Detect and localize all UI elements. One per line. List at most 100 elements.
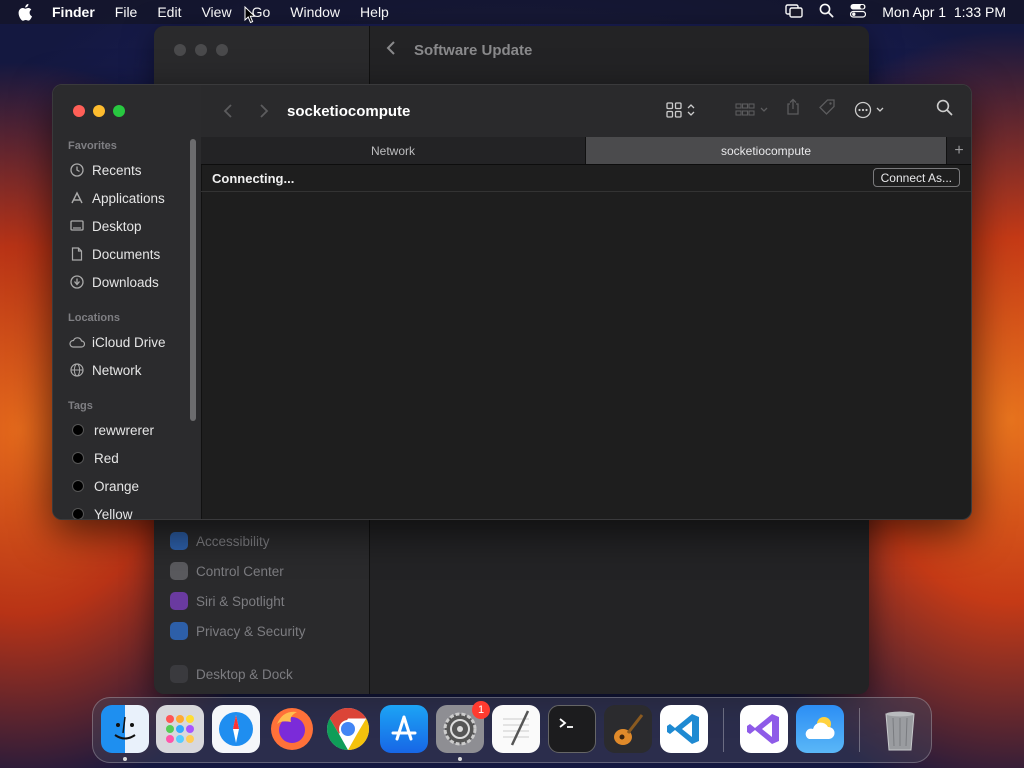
- share-icon[interactable]: [786, 98, 800, 121]
- menu-help[interactable]: Help: [360, 4, 389, 20]
- tab-bar: Network socketiocompute +: [201, 137, 971, 165]
- sidebar-item-label: Red: [94, 450, 119, 466]
- settings-item-siri[interactable]: Siri & Spotlight: [170, 586, 306, 616]
- new-tab-button[interactable]: +: [946, 137, 971, 164]
- dock-icon: [170, 665, 188, 683]
- tag-dot-icon: [72, 424, 84, 436]
- menu-bar: Finder File Edit View Go Window Help Mon…: [0, 0, 1024, 24]
- terminal-icon[interactable]: [548, 705, 596, 753]
- menu-view[interactable]: View: [201, 4, 231, 20]
- globe-icon: [69, 362, 85, 378]
- notification-badge: 1: [472, 701, 490, 719]
- sidebar-item-label: Applications: [92, 190, 165, 206]
- settings-item-desktop-dock[interactable]: Desktop & Dock: [170, 659, 306, 689]
- applications-icon: [69, 190, 85, 206]
- sidebar-header-locations: Locations: [68, 312, 120, 324]
- close-button[interactable]: [73, 105, 85, 117]
- cloud-icon: [69, 334, 85, 350]
- finder-window: Favorites Recents Applications Desktop D…: [52, 84, 972, 520]
- menu-app-name[interactable]: Finder: [52, 4, 95, 20]
- settings-item-accessibility[interactable]: Accessibility: [170, 526, 306, 556]
- visual-studio-icon[interactable]: [740, 705, 788, 753]
- tag-dot-icon: [72, 480, 84, 492]
- tag-dot-icon: [72, 452, 84, 464]
- dock: 1: [92, 697, 932, 763]
- sidebar-item-icloud-drive[interactable]: iCloud Drive: [69, 332, 166, 352]
- finder-sidebar: Favorites Recents Applications Desktop D…: [53, 85, 202, 519]
- sidebar-item-label: Yellow: [94, 506, 133, 520]
- sidebar-item-desktop[interactable]: Desktop: [69, 216, 142, 236]
- menu-file[interactable]: File: [115, 4, 138, 20]
- minimize-button[interactable]: [93, 105, 105, 117]
- sidebar-item-applications[interactable]: Applications: [69, 188, 165, 208]
- weather-icon[interactable]: [796, 705, 844, 753]
- toolbar-icons: [666, 98, 953, 121]
- control-center-icon[interactable]: [850, 3, 867, 21]
- textedit-icon[interactable]: [492, 705, 540, 753]
- dock-separator: [859, 708, 860, 752]
- sidebar-item-label: Desktop: [92, 218, 142, 234]
- settings-item-label: Privacy & Security: [196, 623, 306, 639]
- trash-icon[interactable]: [876, 705, 924, 753]
- sidebar-tag-rewwrerer[interactable]: rewwrerer: [69, 420, 154, 440]
- document-icon: [69, 246, 85, 262]
- settings-title-bar: Software Update: [386, 41, 532, 59]
- system-settings-icon[interactable]: 1: [436, 701, 490, 753]
- chrome-icon[interactable]: [324, 705, 372, 753]
- tag-dot-icon: [72, 508, 84, 519]
- download-icon: [69, 274, 85, 290]
- tab-socketiocompute[interactable]: socketiocompute: [586, 137, 946, 164]
- view-mode-grid-icon[interactable]: [666, 101, 695, 118]
- launchpad-icon[interactable]: [156, 705, 204, 753]
- sidebar-tag-yellow[interactable]: Yellow: [69, 504, 133, 520]
- app-store-icon[interactable]: [380, 705, 428, 753]
- forward-button[interactable]: [251, 98, 277, 124]
- connection-status-bar: Connecting... Connect As...: [201, 165, 971, 192]
- sidebar-item-label: rewwrerer: [94, 422, 155, 438]
- connect-as-button[interactable]: Connect As...: [872, 168, 960, 187]
- sidebar-tag-orange[interactable]: Orange: [69, 476, 139, 496]
- apple-menu-icon[interactable]: [18, 3, 38, 21]
- sidebar-scrollbar[interactable]: [190, 139, 196, 421]
- sidebar-item-network[interactable]: Network: [69, 360, 142, 380]
- siri-icon: [170, 592, 188, 610]
- screen-mirroring-icon[interactable]: [785, 3, 803, 21]
- menu-window[interactable]: Window: [290, 4, 340, 20]
- group-by-icon[interactable]: [735, 102, 768, 117]
- window-title: socketiocompute: [287, 102, 411, 120]
- tab-network[interactable]: Network: [201, 137, 586, 164]
- sidebar-item-recents[interactable]: Recents: [69, 160, 142, 180]
- settings-item-privacy[interactable]: Privacy & Security: [170, 616, 306, 646]
- window-controls: [73, 105, 125, 117]
- accessibility-icon: [170, 532, 188, 550]
- more-actions-icon[interactable]: [854, 101, 884, 119]
- mouse-cursor-icon: [244, 5, 256, 29]
- sidebar-item-downloads[interactable]: Downloads: [69, 272, 159, 292]
- garageband-icon[interactable]: [604, 705, 652, 753]
- search-icon[interactable]: [936, 99, 953, 121]
- finder-icon[interactable]: [101, 705, 149, 753]
- menu-edit[interactable]: Edit: [157, 4, 181, 20]
- back-button[interactable]: [215, 98, 241, 124]
- running-indicator: [458, 757, 462, 761]
- sidebar-item-label: Recents: [92, 162, 142, 178]
- tag-icon[interactable]: [818, 98, 836, 121]
- back-chevron-icon[interactable]: [386, 41, 396, 59]
- spotlight-search-icon[interactable]: [819, 3, 834, 21]
- sidebar-item-label: Orange: [94, 478, 140, 494]
- settings-item-label: Siri & Spotlight: [196, 593, 285, 609]
- hand-icon: [170, 622, 188, 640]
- settings-window-controls: [174, 44, 228, 56]
- menu-clock[interactable]: Mon Apr 1 1:33 PM: [882, 4, 1006, 20]
- settings-item-control-center[interactable]: Control Center: [170, 556, 306, 586]
- sidebar-item-label: iCloud Drive: [92, 334, 166, 350]
- zoom-button[interactable]: [113, 105, 125, 117]
- vscode-icon[interactable]: [660, 705, 708, 753]
- sidebar-item-documents[interactable]: Documents: [69, 244, 160, 264]
- settings-item-label: Desktop & Dock: [196, 666, 293, 682]
- sidebar-tag-red[interactable]: Red: [69, 448, 119, 468]
- control-center-icon: [170, 562, 188, 580]
- settings-list: Accessibility Control Center Siri & Spot…: [170, 526, 306, 689]
- safari-icon[interactable]: [212, 705, 260, 753]
- firefox-icon[interactable]: [268, 705, 316, 753]
